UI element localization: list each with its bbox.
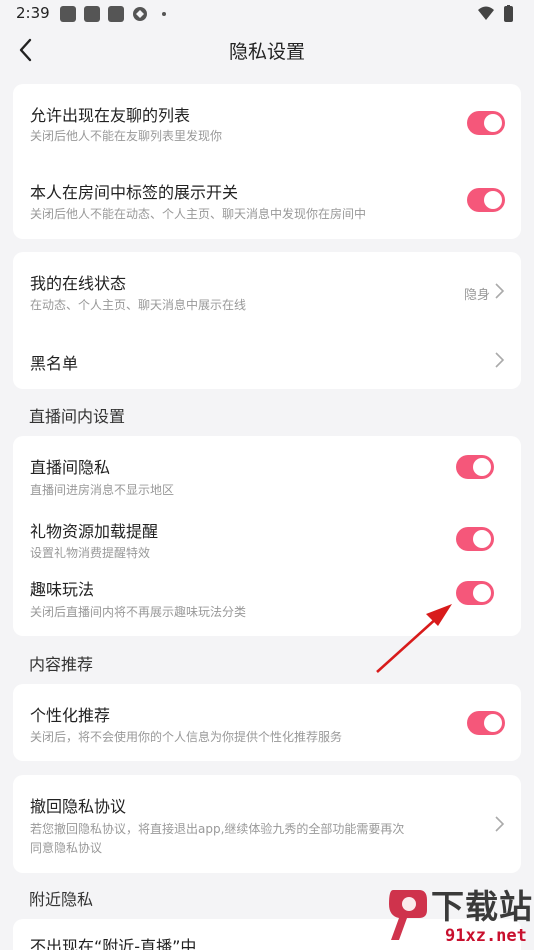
blacklist-row[interactable]: 黑名单	[13, 332, 521, 382]
live-privacy-label: 直播间隐私	[30, 458, 111, 477]
watermark: 下载站 91xz.net	[379, 878, 534, 950]
personalized-recommend-toggle[interactable]	[467, 711, 505, 735]
hide-from-nearby-live-label: 不出现在“附近-直播”中	[30, 937, 197, 950]
revoke-privacy-label: 撤回隐私协议	[30, 797, 127, 816]
friend-settings-card: 允许出现在友聊的列表 关闭后他人不能在友聊列表里发现你 本人在房间中标签的展示开…	[13, 84, 521, 239]
chevron-right-icon	[495, 816, 505, 832]
status-bar: 2:39	[0, 0, 534, 28]
allow-friend-list-toggle[interactable]	[467, 111, 505, 135]
allow-friend-list-description: 关闭后他人不能在友聊列表里发现你	[30, 129, 223, 143]
status-card: 我的在线状态 在动态、个人主页、聊天消息中展示在线 隐身 黑名单	[13, 252, 521, 389]
content-card: 个性化推荐 关闭后，将不会使用你的个人信息为你提供个性化推荐服务	[13, 684, 521, 761]
live-privacy-description: 直播间进房消息不显示地区	[30, 483, 175, 497]
room-tag-display-toggle[interactable]	[467, 188, 505, 212]
online-status-label: 我的在线状态	[30, 274, 127, 293]
page-title: 隐私设置	[228, 41, 305, 63]
revoke-privacy-card[interactable]: 撤回隐私协议 若您撤回隐私协议，将直接退出app,继续体验九秀的全部功能需要再次…	[13, 775, 521, 873]
gift-load-reminder-description: 设置礼物消费提醒特效	[30, 546, 151, 560]
live-section-label: 直播间内设置	[29, 407, 126, 426]
revoke-privacy-description-line2: 同意隐私协议	[30, 841, 103, 855]
online-status-row[interactable]: 我的在线状态 在动态、个人主页、聊天消息中展示在线 隐身	[13, 252, 521, 324]
watermark-url: 91xz.net	[445, 926, 527, 946]
personalized-recommend-description: 关闭后，将不会使用你的个人信息为你提供个性化推荐服务	[30, 730, 343, 744]
gift-load-reminder-toggle[interactable]	[456, 527, 494, 551]
wifi-battery-icon	[478, 5, 513, 22]
fun-play-label: 趣味玩法	[30, 580, 95, 599]
nearby-section-label: 附近隐私	[29, 890, 94, 909]
live-privacy-toggle[interactable]	[456, 455, 494, 479]
room-tag-display-label: 本人在房间中标签的展示开关	[30, 183, 239, 202]
content-section-label: 内容推荐	[29, 655, 94, 674]
blacklist-label: 黑名单	[30, 354, 79, 373]
notification-icon	[108, 6, 124, 22]
fun-play-toggle[interactable]	[456, 581, 494, 605]
revoke-privacy-description: 若您撤回隐私协议，将直接退出app,继续体验九秀的全部功能需要再次	[30, 822, 405, 836]
app-notification-icon	[133, 7, 147, 21]
room-tag-display-description: 关闭后他人不能在动态、个人主页、聊天消息中发现你在房间中	[30, 207, 367, 221]
allow-friend-list-label: 允许出现在友聊的列表	[30, 106, 191, 125]
live-settings-card: 直播间隐私 直播间进房消息不显示地区 礼物资源加载提醒 设置礼物消费提醒特效 趣…	[13, 436, 521, 636]
online-status-description: 在动态、个人主页、聊天消息中展示在线	[30, 298, 247, 312]
more-notifications-icon	[162, 12, 166, 16]
fun-play-description: 关闭后直播间内将不再展示趣味玩法分类	[30, 605, 247, 619]
gift-load-reminder-label: 礼物资源加载提醒	[30, 522, 159, 541]
top-bar: 隐私设置	[0, 28, 534, 72]
chevron-right-icon	[495, 283, 505, 299]
personalized-recommend-label: 个性化推荐	[30, 706, 111, 725]
online-status-value: 隐身	[464, 288, 491, 303]
watermark-text: 下载站	[431, 887, 533, 926]
notification-icon	[60, 6, 76, 22]
notification-icon	[84, 6, 100, 22]
status-time: 2:39	[16, 4, 50, 22]
chevron-right-icon	[495, 352, 505, 368]
watermark-logo-icon	[389, 890, 427, 940]
